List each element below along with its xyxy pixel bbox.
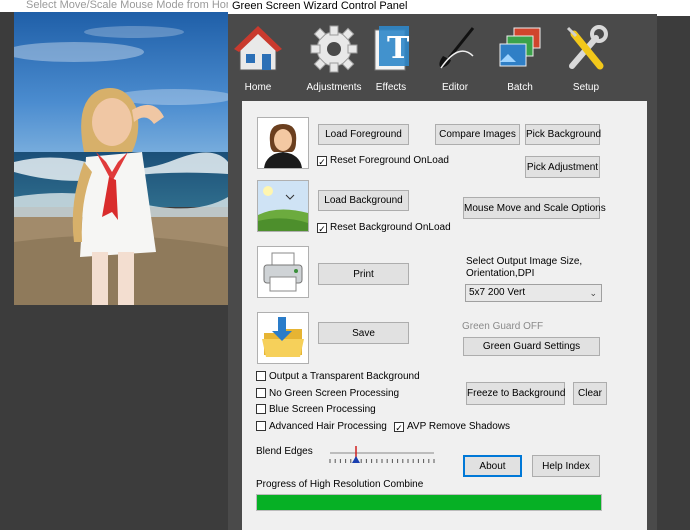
gear-icon (308, 22, 360, 76)
clear-button[interactable]: Clear (573, 382, 607, 405)
checkbox-box[interactable] (256, 421, 266, 431)
toolbar-editor[interactable]: Editor (422, 22, 488, 94)
reset-background-label: Reset Background OnLoad (330, 222, 451, 233)
about-button[interactable]: About (463, 455, 522, 477)
toolbar-home-label: Home (244, 82, 272, 93)
transparent-background-label: Output a Transparent Background (269, 371, 420, 382)
wrench-screwdriver-icon (560, 22, 612, 76)
reset-foreground-label: Reset Foreground OnLoad (330, 155, 449, 166)
progress-label: Progress of High Resolution Combine (256, 479, 424, 490)
print-thumbnail (257, 246, 309, 298)
help-index-button[interactable]: Help Index (532, 455, 600, 477)
advanced-hair-checkbox[interactable]: Advanced Hair Processing (256, 421, 387, 433)
checkbox-box[interactable] (256, 371, 266, 381)
toolbar-home[interactable]: Home (225, 22, 291, 94)
save-button[interactable]: Save (318, 322, 409, 344)
desktop-background (657, 16, 690, 530)
chevron-down-icon: ⌄ (589, 288, 597, 298)
transparent-background-checkbox[interactable]: Output a Transparent Background (256, 371, 420, 383)
output-size-value: 5x7 200 Vert (469, 287, 526, 298)
checkbox-box[interactable] (256, 404, 266, 414)
blend-edges-slider[interactable] (328, 444, 436, 466)
load-background-button[interactable]: Load Background (318, 190, 409, 211)
slider-thumb[interactable] (352, 446, 360, 463)
green-guard-status: Green Guard OFF (462, 321, 544, 332)
mouse-move-scale-button[interactable]: Mouse Move and Scale Options (463, 197, 606, 219)
save-thumbnail (257, 312, 309, 364)
svg-text:T: T (387, 31, 410, 66)
landscape-icon (258, 181, 308, 231)
progress-bar (256, 494, 602, 511)
no-green-screen-label: No Green Screen Processing (269, 388, 400, 399)
toolbar-effects-label: Effects (375, 82, 407, 93)
brush-icon (429, 22, 481, 76)
background-thumbnail (257, 180, 309, 232)
compare-images-button[interactable]: Compare Images (435, 124, 520, 145)
output-size-label: Select Output Image Size, Orientation,DP… (466, 256, 583, 279)
toolbar-batch[interactable]: Batch (487, 22, 553, 94)
panel-titlebar: Green Screen Wizard Control Panel (228, 0, 657, 14)
window-edge (657, 0, 690, 16)
checkbox-box[interactable]: ✓ (394, 422, 404, 433)
print-button[interactable]: Print (318, 263, 409, 285)
checkbox-box[interactable]: ✓ (317, 223, 327, 234)
toolbar-effects[interactable]: T Effects (358, 22, 424, 94)
reset-background-checkbox[interactable]: ✓ Reset Background OnLoad (317, 222, 451, 234)
photo-window-title: Select Move/Scale Mouse Mode from Home (0, 0, 228, 12)
stacked-images-icon (494, 22, 546, 76)
checkbox-box[interactable]: ✓ (317, 156, 327, 167)
advanced-hair-label: Advanced Hair Processing (269, 421, 387, 432)
panel-title: Green Screen Wizard Control Panel (232, 0, 408, 12)
blue-screen-label: Blue Screen Processing (269, 404, 376, 415)
composite-photo[interactable] (14, 12, 228, 305)
pick-background-button[interactable]: Pick Background (525, 124, 601, 145)
avp-remove-shadows-label: AVP Remove Shadows (407, 421, 511, 432)
output-size-select[interactable]: 5x7 200 Vert ⌄ (465, 284, 602, 302)
text-effects-icon: T (365, 22, 417, 76)
green-guard-settings-button[interactable]: Green Guard Settings (463, 337, 600, 356)
freeze-to-background-button[interactable]: Freeze to Background (466, 382, 565, 405)
progress-fill (257, 495, 601, 510)
folder-save-icon (262, 317, 304, 357)
blue-screen-checkbox[interactable]: Blue Screen Processing (256, 404, 376, 416)
avp-remove-shadows-checkbox[interactable]: ✓ AVP Remove Shadows (394, 421, 510, 433)
no-green-screen-checkbox[interactable]: No Green Screen Processing (256, 388, 399, 400)
toolbar-batch-label: Batch (507, 82, 533, 93)
foreground-thumbnail (257, 117, 309, 169)
toolbar-setup-label: Setup (572, 82, 600, 93)
printer-icon (263, 252, 303, 292)
reset-foreground-checkbox[interactable]: ✓ Reset Foreground OnLoad (317, 155, 449, 167)
pick-adjustment-button[interactable]: Pick Adjustment (525, 156, 600, 178)
person-icon (264, 124, 302, 168)
blend-edges-label: Blend Edges (256, 446, 313, 457)
house-icon (232, 22, 284, 76)
checkbox-box[interactable] (256, 388, 266, 398)
toolbar-editor-label: Editor (441, 82, 469, 93)
toolbar-setup[interactable]: Setup (553, 22, 619, 94)
load-foreground-button[interactable]: Load Foreground (318, 124, 409, 145)
